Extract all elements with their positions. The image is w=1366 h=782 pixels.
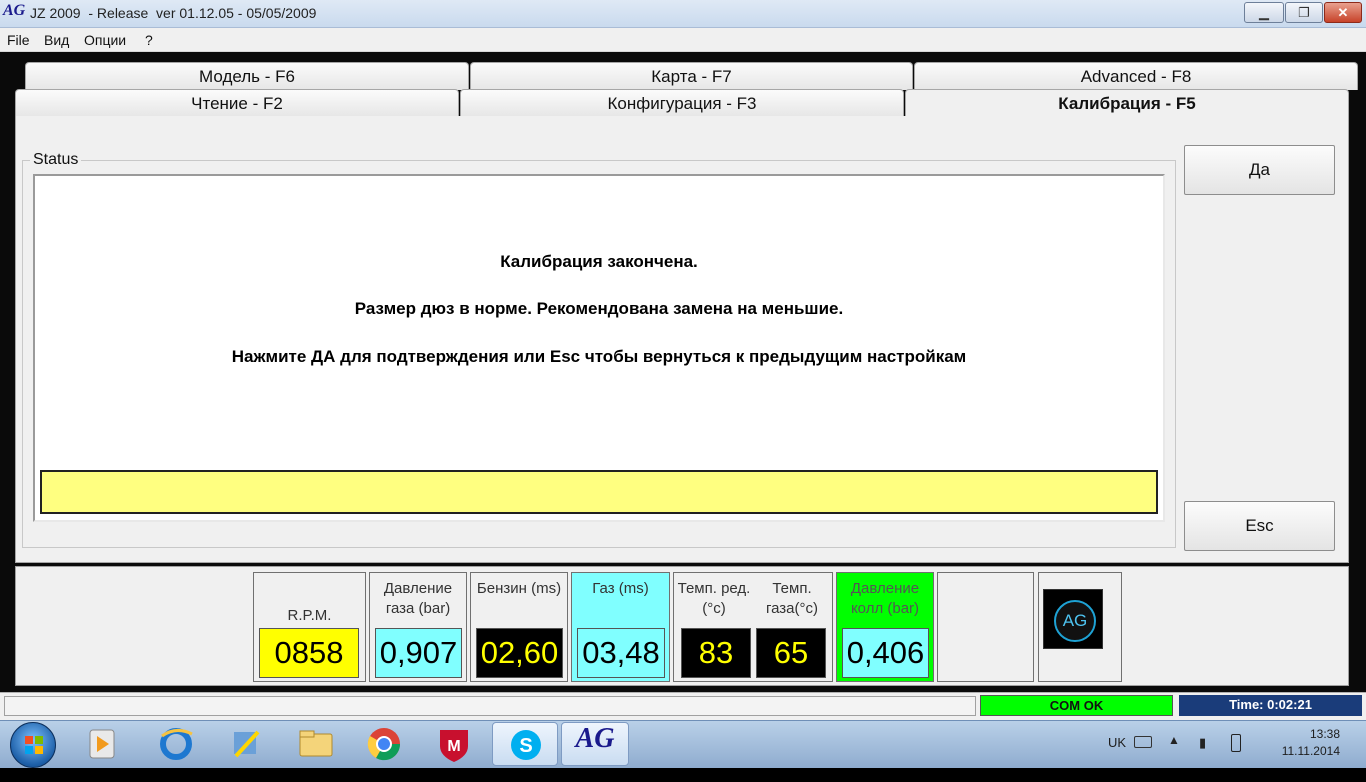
media-player-icon[interactable]	[74, 722, 130, 766]
tray-clock-date: 11.11.2014	[1281, 744, 1340, 758]
elapsed-time: Time: 0:02:21	[1179, 695, 1362, 716]
close-button[interactable]: ✕	[1324, 2, 1362, 23]
gauge-gas-value: 03,48	[577, 628, 665, 678]
gauge-petrol-label: Бензин (ms)	[476, 580, 562, 597]
gauge-temp-reducer-value: 83	[681, 628, 751, 678]
gauge-rpm-value: 0858	[259, 628, 359, 678]
ag-logo-icon: AG	[1054, 600, 1096, 642]
esc-button[interactable]: Esc	[1184, 501, 1335, 551]
gauge-gas-label: Газ (ms)	[592, 580, 649, 597]
gauge-temp-gas-label: Темп. газа(°c)	[765, 580, 819, 617]
keyboard-icon[interactable]	[1134, 736, 1152, 748]
tray-language[interactable]: UK	[1108, 735, 1126, 750]
battery-icon[interactable]	[1231, 734, 1241, 752]
menu-view[interactable]: Вид	[44, 32, 69, 48]
mcafee-icon[interactable]: M	[426, 722, 482, 766]
tab-advanced[interactable]: Advanced - F8	[914, 62, 1358, 90]
gauge-empty	[937, 572, 1034, 682]
tray-expand-icon[interactable]: ▲	[1168, 733, 1180, 747]
status-legend: Status	[30, 151, 82, 169]
tools-icon[interactable]	[218, 722, 274, 766]
maximize-button[interactable]: ❐	[1285, 2, 1323, 23]
taskbar	[0, 720, 1366, 768]
network-icon[interactable]: ▮	[1199, 735, 1206, 751]
gauge-gas-pressure-value: 0,907	[375, 628, 462, 678]
skype-icon[interactable]: S	[492, 722, 558, 766]
chrome-icon[interactable]	[356, 722, 412, 766]
windows-logo-icon	[25, 736, 43, 754]
tray-clock[interactable]: 13:38 11.11.2014	[1268, 726, 1340, 760]
gauge-petrol-value: 02,60	[476, 628, 563, 678]
explorer-folder-icon[interactable]	[288, 722, 344, 766]
minimize-button[interactable]: ▁	[1244, 2, 1284, 23]
tab-model[interactable]: Модель - F6	[25, 62, 469, 90]
tab-map[interactable]: Карта - F7	[470, 62, 913, 90]
gauge-gas-pressure-label: Давление газа (bar)	[383, 580, 453, 617]
gauge-rpm-label: R.P.M.	[287, 607, 332, 624]
svg-text:M: M	[447, 738, 460, 755]
tray-clock-time: 13:38	[1309, 727, 1340, 741]
menu-file[interactable]: File	[7, 32, 30, 48]
status-message-2: Размер дюз в норме. Рекомендована замена…	[354, 299, 844, 318]
gauge-manifold-pressure-value: 0,406	[842, 628, 929, 678]
tab-calibration[interactable]: Калибрация - F5	[905, 89, 1349, 119]
internet-explorer-icon[interactable]	[148, 722, 204, 766]
ag-app-taskbar-button[interactable]: AG	[561, 722, 629, 766]
status-message-3: Нажмите ДА для подтверждения или Esc что…	[231, 347, 967, 366]
gauge-manifold-pressure-label: Давление колл (bar)	[850, 580, 920, 617]
start-button[interactable]	[10, 722, 56, 768]
window-title: JZ 2009 - Release ver 01.12.05 - 05/05/2…	[30, 5, 317, 21]
menu-help[interactable]: ?	[145, 32, 153, 48]
app-logo: AG	[3, 2, 26, 19]
progress-field	[40, 470, 1158, 514]
menu-bar	[0, 28, 1366, 52]
menu-options[interactable]: Опции	[84, 32, 126, 48]
status-text-field	[4, 696, 976, 716]
tab-config[interactable]: Конфигурация - F3	[460, 89, 904, 117]
status-message-1: Калибрация закончена.	[500, 252, 698, 271]
svg-text:S: S	[519, 735, 532, 757]
tab-read[interactable]: Чтение - F2	[15, 89, 459, 117]
yes-button[interactable]: Да	[1184, 145, 1335, 195]
gauge-temp-reducer-label: Темп. ред.(°c)	[677, 580, 751, 617]
gauge-temp-gas-value: 65	[756, 628, 826, 678]
ag-logo-box: AG	[1043, 589, 1103, 649]
com-status: COM OK	[980, 695, 1173, 716]
